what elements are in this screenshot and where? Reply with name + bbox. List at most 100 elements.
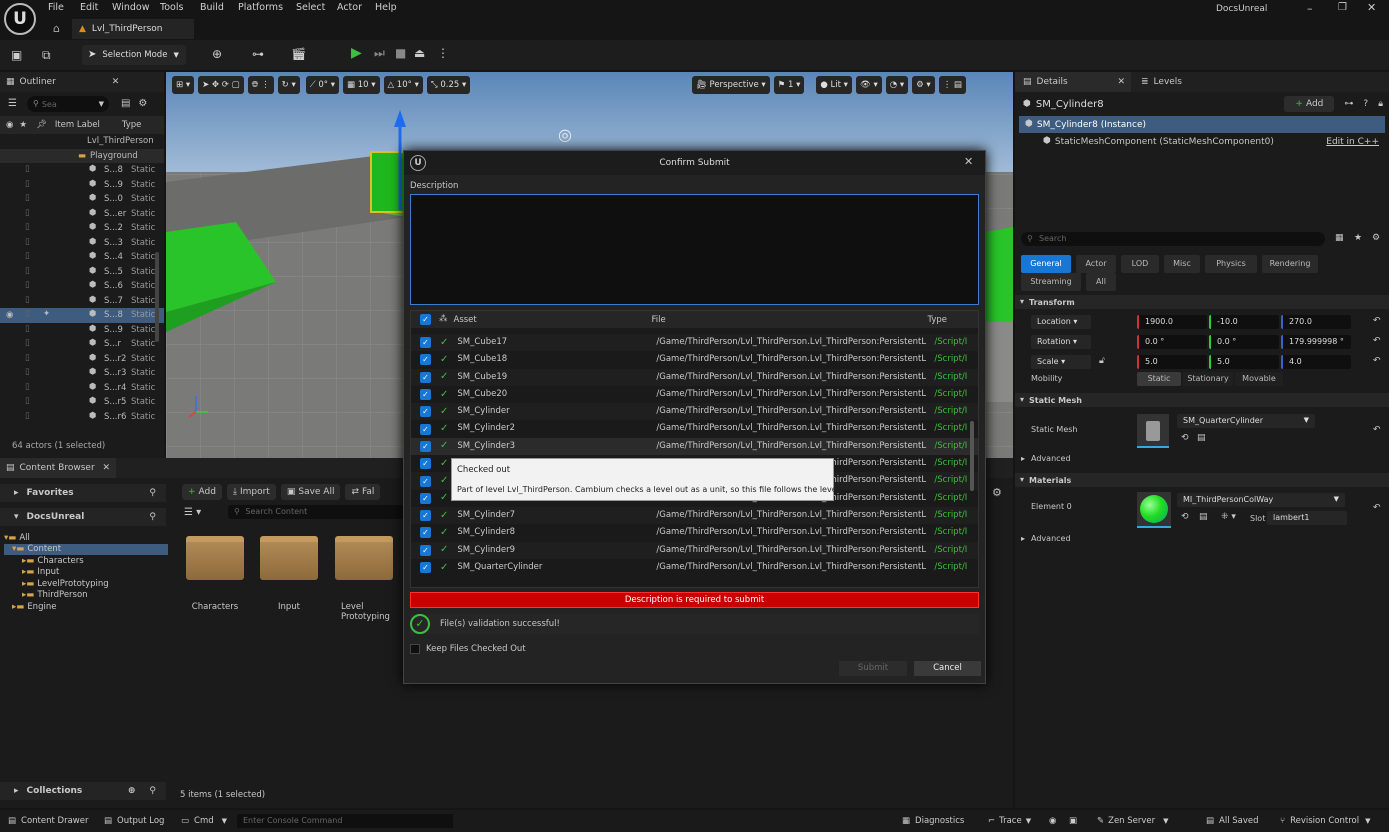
- location-dropdown[interactable]: Location ▾: [1031, 315, 1091, 329]
- location-y[interactable]: -10.0: [1209, 315, 1279, 329]
- asset-checkbox[interactable]: ✓: [420, 371, 431, 383]
- screenshot-icon[interactable]: ▣: [1069, 812, 1077, 830]
- outliner-row[interactable]: ▯ ⬢ S...9 Static: [0, 178, 164, 193]
- details-tab[interactable]: ▤ Details ✕: [1015, 72, 1131, 92]
- reset-icon[interactable]: ↶: [1373, 426, 1381, 435]
- close-icon[interactable]: ✕: [964, 156, 973, 167]
- col-type[interactable]: Type: [928, 315, 948, 325]
- asset-checkbox[interactable]: ✓: [420, 475, 431, 487]
- help-icon[interactable]: ?: [1363, 99, 1368, 109]
- scale-snap-button[interactable]: ⤡ 0.25 ▾: [426, 76, 471, 94]
- asset-checkbox[interactable]: ✓: [420, 458, 431, 470]
- edit-in-cpp-link[interactable]: Edit in C++: [1326, 137, 1379, 147]
- scale-z[interactable]: 4.0: [1281, 355, 1351, 369]
- outliner-row[interactable]: ▯ ⬢ S...r4 Static: [0, 381, 164, 396]
- outliner-row[interactable]: ▯ ⬢ S...5 Static: [0, 265, 164, 280]
- asset-checkbox[interactable]: ✓: [420, 389, 431, 401]
- outliner-row[interactable]: ▯ ⬢ S...r2 Static: [0, 352, 164, 367]
- zen-server-button[interactable]: ✎ Zen Server ▼: [1097, 812, 1169, 830]
- mobility-static[interactable]: Static: [1137, 372, 1181, 386]
- filter-actor[interactable]: Actor: [1076, 255, 1116, 273]
- browse-back-icon[interactable]: ⟲: [1181, 434, 1189, 443]
- outliner-row[interactable]: ▯ ⬢ S...8 Static: [0, 163, 164, 178]
- select-all-checkbox[interactable]: ✓: [420, 314, 431, 325]
- add-component-button[interactable]: + Add: [1284, 96, 1335, 112]
- all-saved-button[interactable]: ▤ All Saved: [1206, 812, 1259, 830]
- outliner-scrollbar[interactable]: [155, 252, 159, 342]
- outliner-row[interactable]: ▯ ⬢ S...4 Static: [0, 250, 164, 265]
- cmd-dropdown[interactable]: ▭ Cmd ▼: [181, 812, 227, 830]
- keep-checked-out-checkbox[interactable]: [410, 644, 420, 654]
- asset-row[interactable]: ✓ ✓ SM_Cylinder2/Game/ThirdPerson/Lvl_Thir…: [411, 420, 978, 437]
- checked-out-status-icon[interactable]: ✓: [440, 510, 448, 521]
- asset-row[interactable]: ✓ ✓ SM_Cube18/Game/ThirdPerson/Lvl_ThirdPe…: [411, 351, 978, 368]
- add-actor-icon[interactable]: ⊕: [212, 48, 222, 60]
- menu-select[interactable]: Select: [296, 2, 337, 13]
- rotation-z[interactable]: 179.999998 °: [1281, 335, 1351, 349]
- asset-checkbox[interactable]: ✓: [420, 354, 431, 366]
- content-icon[interactable]: ⧉: [42, 49, 51, 61]
- perspective-button[interactable]: 🎥︎ Perspective ▾: [692, 76, 770, 94]
- asset-row[interactable]: ✓ ✓ SM_Cylinder9/Game/ThirdPerson/Lvl_Thir…: [411, 541, 978, 559]
- minimize-icon[interactable]: –: [1307, 3, 1313, 14]
- show-flags-icon[interactable]: 👁︎ ▾: [855, 76, 882, 94]
- checked-out-status-icon[interactable]: ✓: [440, 406, 448, 417]
- transform-section[interactable]: ▾ Transform: [1015, 295, 1389, 309]
- asset-row[interactable]: ✓ ✓ SM_Cube20/Game/ThirdPerson/Lvl_ThirdPe…: [411, 386, 978, 403]
- checked-out-status-icon[interactable]: ✓: [440, 337, 448, 348]
- asset-row[interactable]: ✓ ✓ SM_Cylinder/Game/ThirdPerson/Lvl_Third…: [411, 403, 978, 421]
- step-icon[interactable]: ⏭: [374, 47, 385, 59]
- slot-field[interactable]: lambert1: [1267, 511, 1347, 525]
- asset-row[interactable]: ✓ ✓ SM_Cube17/Game/ThirdPerson/Lvl_ThirdPe…: [411, 334, 978, 352]
- reset-icon[interactable]: ↶: [1373, 357, 1381, 366]
- visibility-icon[interactable]: ◉: [6, 311, 13, 320]
- checked-out-status-icon[interactable]: ✓: [440, 372, 448, 382]
- tree-input[interactable]: ▸▬ Input: [4, 567, 168, 579]
- submit-button[interactable]: Submit: [839, 661, 907, 676]
- checked-out-status-icon[interactable]: ✓: [440, 562, 448, 573]
- tree-levelprototyping[interactable]: ▸▬ LevelPrototyping: [4, 578, 168, 590]
- mobility-stationary[interactable]: Stationary: [1183, 372, 1233, 386]
- outliner-row[interactable]: ▯ ⬢ S...0 Static: [0, 192, 164, 207]
- browse-folder-icon[interactable]: ▤: [1197, 434, 1206, 443]
- world-local-icon[interactable]: 🌐︎ ⋮: [247, 76, 274, 94]
- diagnostics-button[interactable]: ▦ Diagnostics: [902, 812, 964, 830]
- level-tab[interactable]: ▲ Lvl_ThirdPerson: [72, 19, 194, 39]
- cb-add-button[interactable]: + Add: [182, 484, 222, 500]
- outliner-row[interactable]: ▯ ⬢ S...9 Static: [0, 323, 164, 338]
- lit-button[interactable]: ● Lit ▾: [816, 76, 852, 94]
- cancel-button[interactable]: Cancel: [914, 661, 981, 676]
- static-mesh-thumbnail[interactable]: [1137, 414, 1169, 448]
- close-tab-icon[interactable]: ✕: [102, 463, 110, 473]
- checked-out-status-icon[interactable]: ✓: [440, 389, 448, 400]
- trace-button[interactable]: ⌐ Trace ▼: [988, 812, 1031, 830]
- location-x[interactable]: 1900.0: [1137, 315, 1207, 329]
- outliner-row[interactable]: ▯ ⬢ S...er Static: [0, 207, 164, 222]
- filter-general[interactable]: General: [1021, 255, 1071, 273]
- rotation-x[interactable]: 0.0 °: [1137, 335, 1207, 349]
- asset-folder-levelprototyping[interactable]: Level Prototyping: [329, 536, 399, 622]
- star-icon[interactable]: ★: [1354, 234, 1362, 243]
- blueprint-icon[interactable]: ⊶: [252, 48, 264, 60]
- performance-icon[interactable]: ◔ ▾: [885, 76, 909, 94]
- lock-icon[interactable]: 🔓︎: [1099, 357, 1105, 366]
- output-log-button[interactable]: ▤ Output Log: [104, 812, 164, 830]
- viewport-settings-icon[interactable]: ⚙ ▾: [912, 76, 935, 94]
- camera-speed-button[interactable]: ⚑ 1 ▾: [773, 76, 805, 94]
- tree-thirdperson[interactable]: ▸▬ ThirdPerson: [4, 590, 168, 602]
- filter-icon[interactable]: ☰ ▾: [184, 508, 201, 518]
- tree-all[interactable]: ▾▬ All: [4, 532, 168, 544]
- search-icon[interactable]: ⚲: [149, 488, 156, 498]
- close-tab-icon[interactable]: ✕: [1117, 77, 1125, 87]
- maximize-icon[interactable]: ❐: [1338, 3, 1347, 13]
- checked-out-status-icon[interactable]: ✓: [440, 545, 448, 555]
- cb-search-input[interactable]: ⚲ Search Content: [228, 505, 404, 519]
- home-icon[interactable]: ⌂: [53, 23, 60, 34]
- filter-misc[interactable]: Misc: [1164, 255, 1200, 273]
- content-browser-tab[interactable]: ▤ Content Browser ✕: [0, 458, 116, 478]
- location-z[interactable]: 270.0: [1281, 315, 1351, 329]
- close-window-icon[interactable]: ✕: [1367, 2, 1376, 13]
- asset-checkbox[interactable]: ✓: [420, 440, 431, 452]
- scale-dropdown[interactable]: Scale ▾: [1031, 355, 1091, 369]
- asset-checkbox[interactable]: ✓: [420, 492, 431, 504]
